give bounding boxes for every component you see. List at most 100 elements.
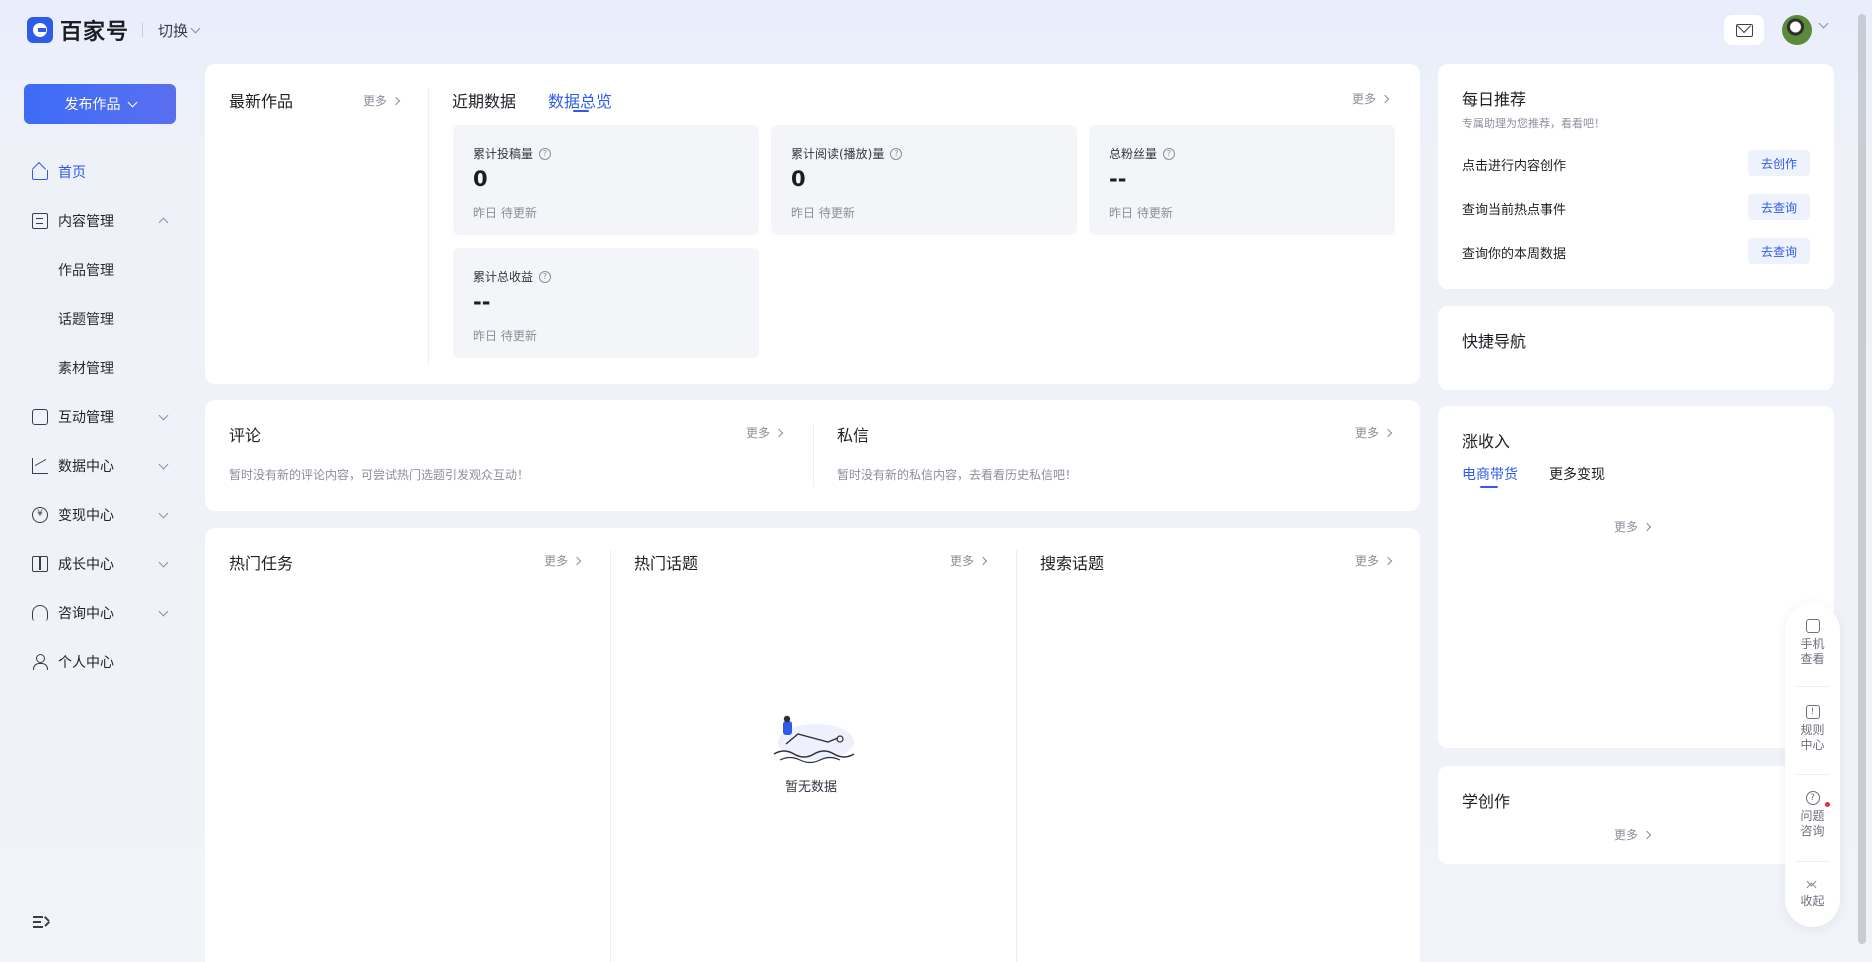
- sidebar-item-label: 首页: [58, 165, 86, 181]
- phone-view-button[interactable]: 手机查看: [1785, 619, 1840, 667]
- hot-tasks-more-link[interactable]: 更多: [544, 552, 582, 569]
- collapse-sidebar-icon[interactable]: [33, 915, 50, 929]
- chevron-down-icon[interactable]: [1818, 18, 1829, 29]
- learn-card: 学创作 更多: [1438, 766, 1834, 864]
- chevron-down-icon: [158, 459, 169, 469]
- account-switch-button[interactable]: 切换: [158, 20, 201, 41]
- sidebar-item-monetize[interactable]: ¥ 变现中心: [32, 503, 169, 527]
- daily-subtitle: 专属助理为您推荐，看看吧！: [1462, 117, 1605, 130]
- sidebar-item-topics[interactable]: 话题管理: [58, 309, 114, 329]
- headset-icon: [32, 605, 48, 621]
- sidebar-item-interaction[interactable]: 互动管理: [32, 405, 169, 429]
- messages-more-link[interactable]: 更多: [1355, 424, 1393, 441]
- latest-works-title: 最新作品: [229, 92, 294, 111]
- comments-more-link[interactable]: 更多: [746, 424, 784, 441]
- stat-total-income: 累计总收益? -- 昨日 待更新: [453, 248, 759, 358]
- divider: [1016, 550, 1017, 962]
- divider: [610, 550, 611, 962]
- avatar[interactable]: [1782, 15, 1812, 45]
- income-card: 涨收入 电商带货 更多变现 更多: [1438, 406, 1834, 748]
- sidebar-item-works[interactable]: 作品管理: [58, 260, 114, 280]
- question-icon[interactable]: ?: [1163, 147, 1176, 160]
- hot-card: 热门任务 更多 热门话题 更多 搜索话题 更多 暂无数据: [205, 528, 1420, 962]
- divider: [1795, 774, 1830, 775]
- floating-toolbar: 手机查看 ! 规则中心 ? 问题咨询 收起: [1785, 603, 1840, 927]
- user-icon: [32, 654, 48, 670]
- learn-more-link[interactable]: 更多: [1614, 826, 1652, 843]
- more-label: 更多: [363, 94, 388, 108]
- go-query-hot-button[interactable]: 去查询: [1748, 194, 1810, 220]
- active-tab-indicator: [1480, 486, 1498, 488]
- account-switch-label: 切换: [158, 22, 189, 40]
- tab-more-monetize[interactable]: 更多变现: [1549, 464, 1605, 484]
- hot-topics-title: 热门话题: [634, 554, 699, 573]
- divider: [142, 23, 143, 37]
- collapse-up-icon: [1785, 876, 1840, 894]
- question-icon[interactable]: ?: [539, 270, 552, 283]
- tab-ecommerce[interactable]: 电商带货: [1462, 464, 1518, 484]
- stat-subtext: 昨日 待更新: [1109, 206, 1173, 220]
- chevron-right-icon: [774, 428, 784, 437]
- home-icon: [32, 169, 48, 180]
- stat-label-text: 总粉丝量: [1109, 147, 1158, 161]
- chevron-down-icon: [158, 508, 169, 518]
- brand-name[interactable]: 百家号: [60, 14, 129, 46]
- top-bar: 百家号 切换: [0, 0, 1872, 60]
- sidebar-item-label: 数据中心: [58, 459, 114, 475]
- publish-button[interactable]: 发布作品: [24, 84, 176, 124]
- help-icon: ?: [1805, 791, 1820, 805]
- recommend-item-label: 查询当前热点事件: [1462, 203, 1567, 218]
- divider: [428, 88, 429, 366]
- sidebar-item-label: 成长中心: [58, 557, 114, 573]
- stat-total-posts: 累计投稿量? 0 昨日 待更新: [453, 125, 759, 235]
- go-create-button[interactable]: 去创作: [1748, 150, 1810, 176]
- latest-more-link[interactable]: 更多: [363, 92, 401, 109]
- divider: [1795, 861, 1830, 862]
- daily-recommend-card: 每日推荐 专属助理为您推荐，看看吧！ 点击进行内容创作 去创作 查询当前热点事件…: [1438, 64, 1834, 289]
- stat-label: 累计阅读(播放)量?: [791, 145, 903, 162]
- sidebar-item-label: 个人中心: [58, 655, 114, 671]
- search-topics-more-link[interactable]: 更多: [1355, 552, 1393, 569]
- mail-icon: [1736, 24, 1753, 37]
- rules-center-button[interactable]: ! 规则中心: [1785, 705, 1840, 753]
- baijiahao-logo-icon[interactable]: [27, 17, 53, 43]
- divider: [1795, 686, 1830, 687]
- sidebar-item-materials[interactable]: 素材管理: [58, 358, 114, 378]
- sidebar-item-content[interactable]: 内容管理: [32, 209, 169, 233]
- tab-data-overview[interactable]: 数据总览: [548, 88, 612, 112]
- income-more-link[interactable]: 更多: [1614, 518, 1652, 535]
- chevron-right-icon: [1642, 830, 1652, 839]
- page-scrollbar[interactable]: [1858, 14, 1866, 944]
- messages-button[interactable]: [1724, 15, 1764, 45]
- stat-label: 总粉丝量?: [1109, 145, 1176, 162]
- help-consult-button[interactable]: ? 问题咨询: [1785, 791, 1840, 839]
- chevron-down-icon: [158, 557, 169, 567]
- divider: [813, 424, 814, 487]
- stat-total-reads: 累计阅读(播放)量? 0 昨日 待更新: [771, 125, 1077, 235]
- more-label: 更多: [746, 426, 771, 440]
- stat-label-text: 累计阅读(播放)量: [791, 147, 885, 161]
- hot-topics-more-link[interactable]: 更多: [950, 552, 988, 569]
- sidebar-item-home[interactable]: 首页: [32, 160, 167, 184]
- more-label: 更多: [1355, 554, 1380, 568]
- tab-recent-data[interactable]: 近期数据: [452, 88, 516, 112]
- collapse-toolbar-button[interactable]: 收起: [1785, 876, 1840, 909]
- comments-empty-text: 暂时没有新的评论内容，可尝试热门选题引发观众互动！: [229, 468, 530, 482]
- chat-icon: [32, 409, 48, 425]
- help-consult-label: 问题咨询: [1800, 809, 1825, 838]
- phone-view-label: 手机查看: [1800, 637, 1825, 666]
- question-icon[interactable]: ?: [539, 147, 552, 160]
- question-icon[interactable]: ?: [890, 147, 903, 160]
- sidebar-item-label: 内容管理: [58, 214, 114, 230]
- sidebar-item-label: 咨询中心: [58, 606, 114, 622]
- daily-title: 每日推荐: [1462, 90, 1527, 109]
- sidebar-item-growth[interactable]: 成长中心: [32, 552, 169, 576]
- sidebar-item-data[interactable]: 数据中心: [32, 454, 169, 478]
- sidebar-item-consult[interactable]: 咨询中心: [32, 601, 169, 625]
- go-query-weekly-button[interactable]: 去查询: [1748, 238, 1810, 264]
- sidebar-item-profile[interactable]: 个人中心: [32, 650, 167, 674]
- messages-empty-text: 暂时没有新的私信内容，去看看历史私信吧！: [837, 468, 1078, 482]
- data-more-link[interactable]: 更多: [1352, 90, 1390, 107]
- stat-value: --: [1109, 167, 1127, 191]
- more-label: 更多: [544, 554, 569, 568]
